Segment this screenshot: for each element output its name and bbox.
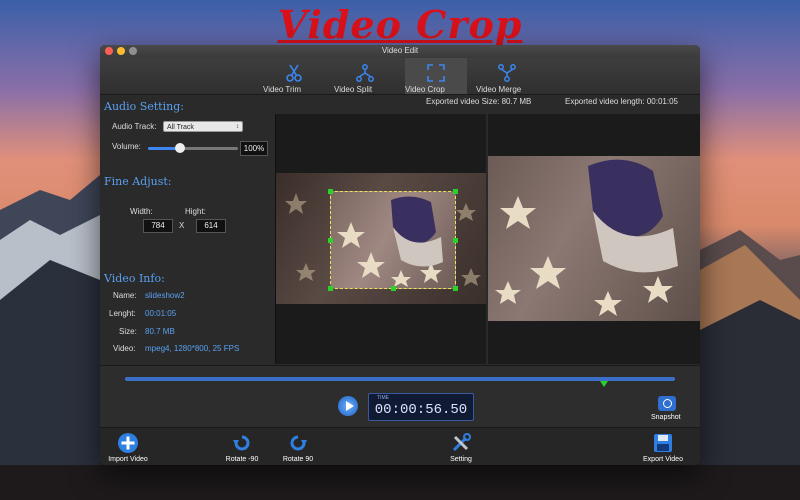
volume-value: 100% (240, 141, 268, 156)
tab-video-merge[interactable]: Video Merge (476, 58, 538, 94)
snapshot-button[interactable] (658, 396, 676, 411)
crop-handle-top-left[interactable] (328, 189, 333, 194)
rotate-left-label: Rotate -90 (225, 456, 259, 463)
setting-button[interactable]: Setting (443, 428, 479, 465)
height-input[interactable]: 614 (196, 219, 226, 233)
chevron-updown-icon: ↕ (236, 124, 239, 130)
dimension-separator: X (179, 221, 185, 230)
size-value: 80.7 MB (145, 327, 175, 336)
crop-handle-bottom[interactable] (391, 286, 396, 291)
crop-handle-left[interactable] (328, 238, 333, 243)
source-preview (276, 114, 486, 364)
tab-label: Video Split (334, 85, 373, 94)
source-frame (276, 173, 486, 304)
promo-title: Video Crop (277, 2, 523, 47)
name-value: slideshow2 (145, 291, 185, 300)
tab-video-split[interactable]: Video Split (334, 58, 396, 94)
export-video-button[interactable]: Export Video (640, 428, 686, 465)
rotate-right-label: Rotate 90 (282, 456, 314, 463)
length-label: Lenght: (109, 309, 136, 318)
output-image (495, 159, 678, 316)
plus-circle-icon (118, 433, 138, 453)
rotate-right-icon (290, 435, 307, 451)
time-display: TIME 00:00:56.50 (368, 393, 474, 421)
bottom-toolbar: Import Video Rotate -90 Rotate 90 Settin… (100, 427, 700, 465)
width-input[interactable]: 784 (143, 219, 173, 233)
volume-label: Volume: (112, 142, 141, 151)
tab-label: Video Crop (405, 85, 445, 94)
tools-icon (452, 433, 471, 452)
rotate-left-icon (233, 435, 250, 451)
playback-controls: TIME 00:00:56.50 Snapshot (100, 365, 700, 428)
fine-adjust-title: Fine Adjust: (104, 175, 172, 188)
height-label: Hight: (185, 207, 206, 216)
audio-track-label: Audio Track: (112, 122, 157, 131)
merge-icon (498, 64, 516, 82)
video-label: Video: (113, 344, 136, 353)
title-bar: Video Edit (100, 45, 700, 58)
time-value: 00:00:56.50 (374, 402, 468, 418)
tab-video-trim[interactable]: Video Trim (263, 58, 325, 94)
crop-handle-bottom-right[interactable] (453, 286, 458, 291)
volume-slider[interactable] (148, 143, 238, 153)
crop-image (337, 196, 443, 287)
tab-video-crop[interactable]: Video Crop (405, 58, 467, 94)
audio-track-select[interactable]: All Track ↕ (163, 121, 243, 132)
audio-setting-title: Audio Setting: (104, 100, 184, 113)
save-icon (654, 434, 672, 452)
split-icon (356, 64, 374, 82)
exported-size: Exported video Size: 80.7 MB (426, 97, 532, 106)
name-label: Name: (113, 291, 137, 300)
play-button[interactable] (338, 396, 358, 416)
crop-handle-top-right[interactable] (453, 189, 458, 194)
snapshot-label: Snapshot (651, 414, 681, 421)
toolbar: Video Trim Video Split Video Crop Video … (100, 58, 700, 95)
crop-handle-right[interactable] (453, 238, 458, 243)
crop-icon (427, 64, 445, 82)
playhead-marker[interactable] (599, 381, 608, 387)
output-frame (488, 156, 700, 321)
exported-length: Exported video length: 00:01:05 (565, 97, 678, 106)
video-info-title: Video Info: (104, 272, 165, 285)
video-value: mpeg4, 1280*800, 25 FPS (145, 344, 240, 353)
app-window: Video Edit Video Trim Video Split Video … (100, 45, 700, 465)
rotate-left-button[interactable]: Rotate -90 (222, 428, 262, 465)
size-label: Size: (119, 327, 137, 336)
volume-slider-knob[interactable] (174, 143, 185, 153)
crop-selection[interactable] (328, 189, 458, 291)
rotate-right-button[interactable]: Rotate 90 (278, 428, 318, 465)
tab-label: Video Trim (263, 85, 302, 94)
setting-label: Setting (450, 456, 472, 463)
timeline-track[interactable] (125, 377, 675, 387)
length-value: 00:01:05 (145, 309, 177, 318)
window-title: Video Edit (381, 46, 419, 55)
width-label: Width: (130, 207, 153, 216)
output-preview (488, 114, 700, 364)
export-video-label: Export Video (643, 456, 683, 463)
audio-track-value: All Track (167, 124, 194, 131)
time-label: TIME (377, 395, 389, 401)
crop-handle-bottom-left[interactable] (328, 286, 333, 291)
import-video-label: Import Video (108, 456, 148, 463)
import-video-button[interactable]: Import Video (105, 428, 151, 465)
scissors-icon (286, 64, 302, 82)
tab-label: Video Merge (476, 85, 522, 94)
